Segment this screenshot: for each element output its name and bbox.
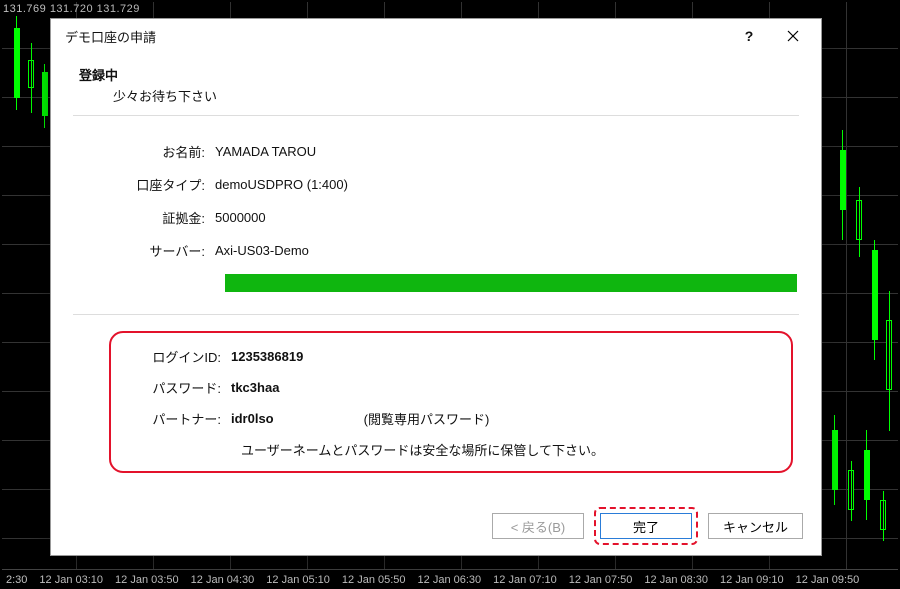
finish-button[interactable]: 完了 (600, 513, 692, 539)
demo-account-dialog: デモ口座の申請 ? 登録中 少々お待ち下さい お名前: YAMADA TAROU… (50, 18, 822, 556)
close-icon (787, 30, 799, 42)
server-label: サーバー: (73, 241, 215, 260)
time-label: 12 Jan 09:50 (790, 574, 866, 586)
progress-wrap (225, 274, 799, 292)
time-label: 12 Jan 04:30 (185, 574, 261, 586)
candlestick (864, 450, 870, 500)
ohlc-readout: 131.769 131.720 131.729 (3, 3, 140, 15)
finish-highlight: 完了 (594, 507, 698, 545)
row-password: パスワード: tkc3haa (127, 378, 775, 397)
close-button[interactable] (771, 21, 815, 51)
divider (73, 314, 799, 315)
time-label: 12 Jan 07:50 (563, 574, 639, 586)
credentials-highlight: ログインID: 1235386819 パスワード: tkc3haa パートナー:… (109, 331, 793, 473)
password-label: パスワード: (127, 378, 231, 397)
dialog-body: 登録中 少々お待ち下さい お名前: YAMADA TAROU 口座タイプ: de… (51, 53, 821, 505)
login-label: ログインID: (127, 347, 231, 366)
time-label: 2:30 (0, 574, 33, 586)
row-margin: 証拠金: 5000000 (73, 208, 799, 227)
partner-value: idr0lso (231, 411, 274, 426)
candlestick (872, 250, 878, 340)
candlestick (832, 430, 838, 490)
margin-label: 証拠金: (73, 208, 215, 227)
dialog-title: デモ口座の申請 (65, 27, 156, 46)
dialog-titlebar: デモ口座の申請 ? (51, 19, 821, 53)
row-login: ログインID: 1235386819 (127, 347, 775, 366)
candlestick (42, 72, 48, 116)
candlestick (880, 500, 886, 530)
candlestick (840, 150, 846, 210)
time-label: 12 Jan 05:10 (260, 574, 336, 586)
time-label: 12 Jan 05:50 (336, 574, 412, 586)
type-label: 口座タイプ: (73, 175, 215, 194)
row-server: サーバー: Axi-US03-Demo (73, 241, 799, 260)
login-value: 1235386819 (231, 349, 303, 364)
name-label: お名前: (73, 142, 215, 161)
time-label: 12 Jan 08:30 (638, 574, 714, 586)
server-value: Axi-US03-Demo (215, 243, 309, 258)
time-label: 12 Jan 03:50 (109, 574, 185, 586)
candlestick (856, 200, 862, 240)
password-value: tkc3haa (231, 380, 279, 395)
divider (73, 115, 799, 116)
candlestick (14, 28, 20, 98)
candlestick (848, 470, 854, 510)
candlestick (28, 60, 34, 88)
row-account-type: 口座タイプ: demoUSDPRO (1:400) (73, 175, 799, 194)
back-button[interactable]: < 戻る(B) (492, 513, 584, 539)
time-label: 12 Jan 03:10 (33, 574, 109, 586)
time-axis: 2:30 12 Jan 03:10 12 Jan 03:50 12 Jan 04… (0, 569, 900, 589)
status-heading: 登録中 (79, 65, 799, 84)
time-label: 12 Jan 09:10 (714, 574, 790, 586)
readonly-password-note: (閲覧専用パスワード) (364, 409, 490, 428)
row-partner: パートナー: idr0lso (閲覧専用パスワード) (127, 409, 775, 428)
dialog-button-bar: < 戻る(B) 完了 キャンセル (51, 505, 821, 555)
time-label: 12 Jan 07:10 (487, 574, 563, 586)
partner-label: パートナー: (127, 409, 231, 428)
type-value: demoUSDPRO (1:400) (215, 177, 348, 192)
cancel-button[interactable]: キャンセル (708, 513, 803, 539)
time-label: 12 Jan 06:30 (412, 574, 488, 586)
name-value: YAMADA TAROU (215, 144, 316, 159)
progress-bar (225, 274, 797, 292)
margin-value: 5000000 (215, 210, 266, 225)
row-name: お名前: YAMADA TAROU (73, 142, 799, 161)
candlestick (886, 320, 892, 390)
credentials-warning: ユーザーネームとパスワードは安全な場所に保管して下さい。 (241, 440, 775, 459)
status-subtext: 少々お待ち下さい (113, 86, 799, 105)
help-button[interactable]: ? (727, 21, 771, 51)
